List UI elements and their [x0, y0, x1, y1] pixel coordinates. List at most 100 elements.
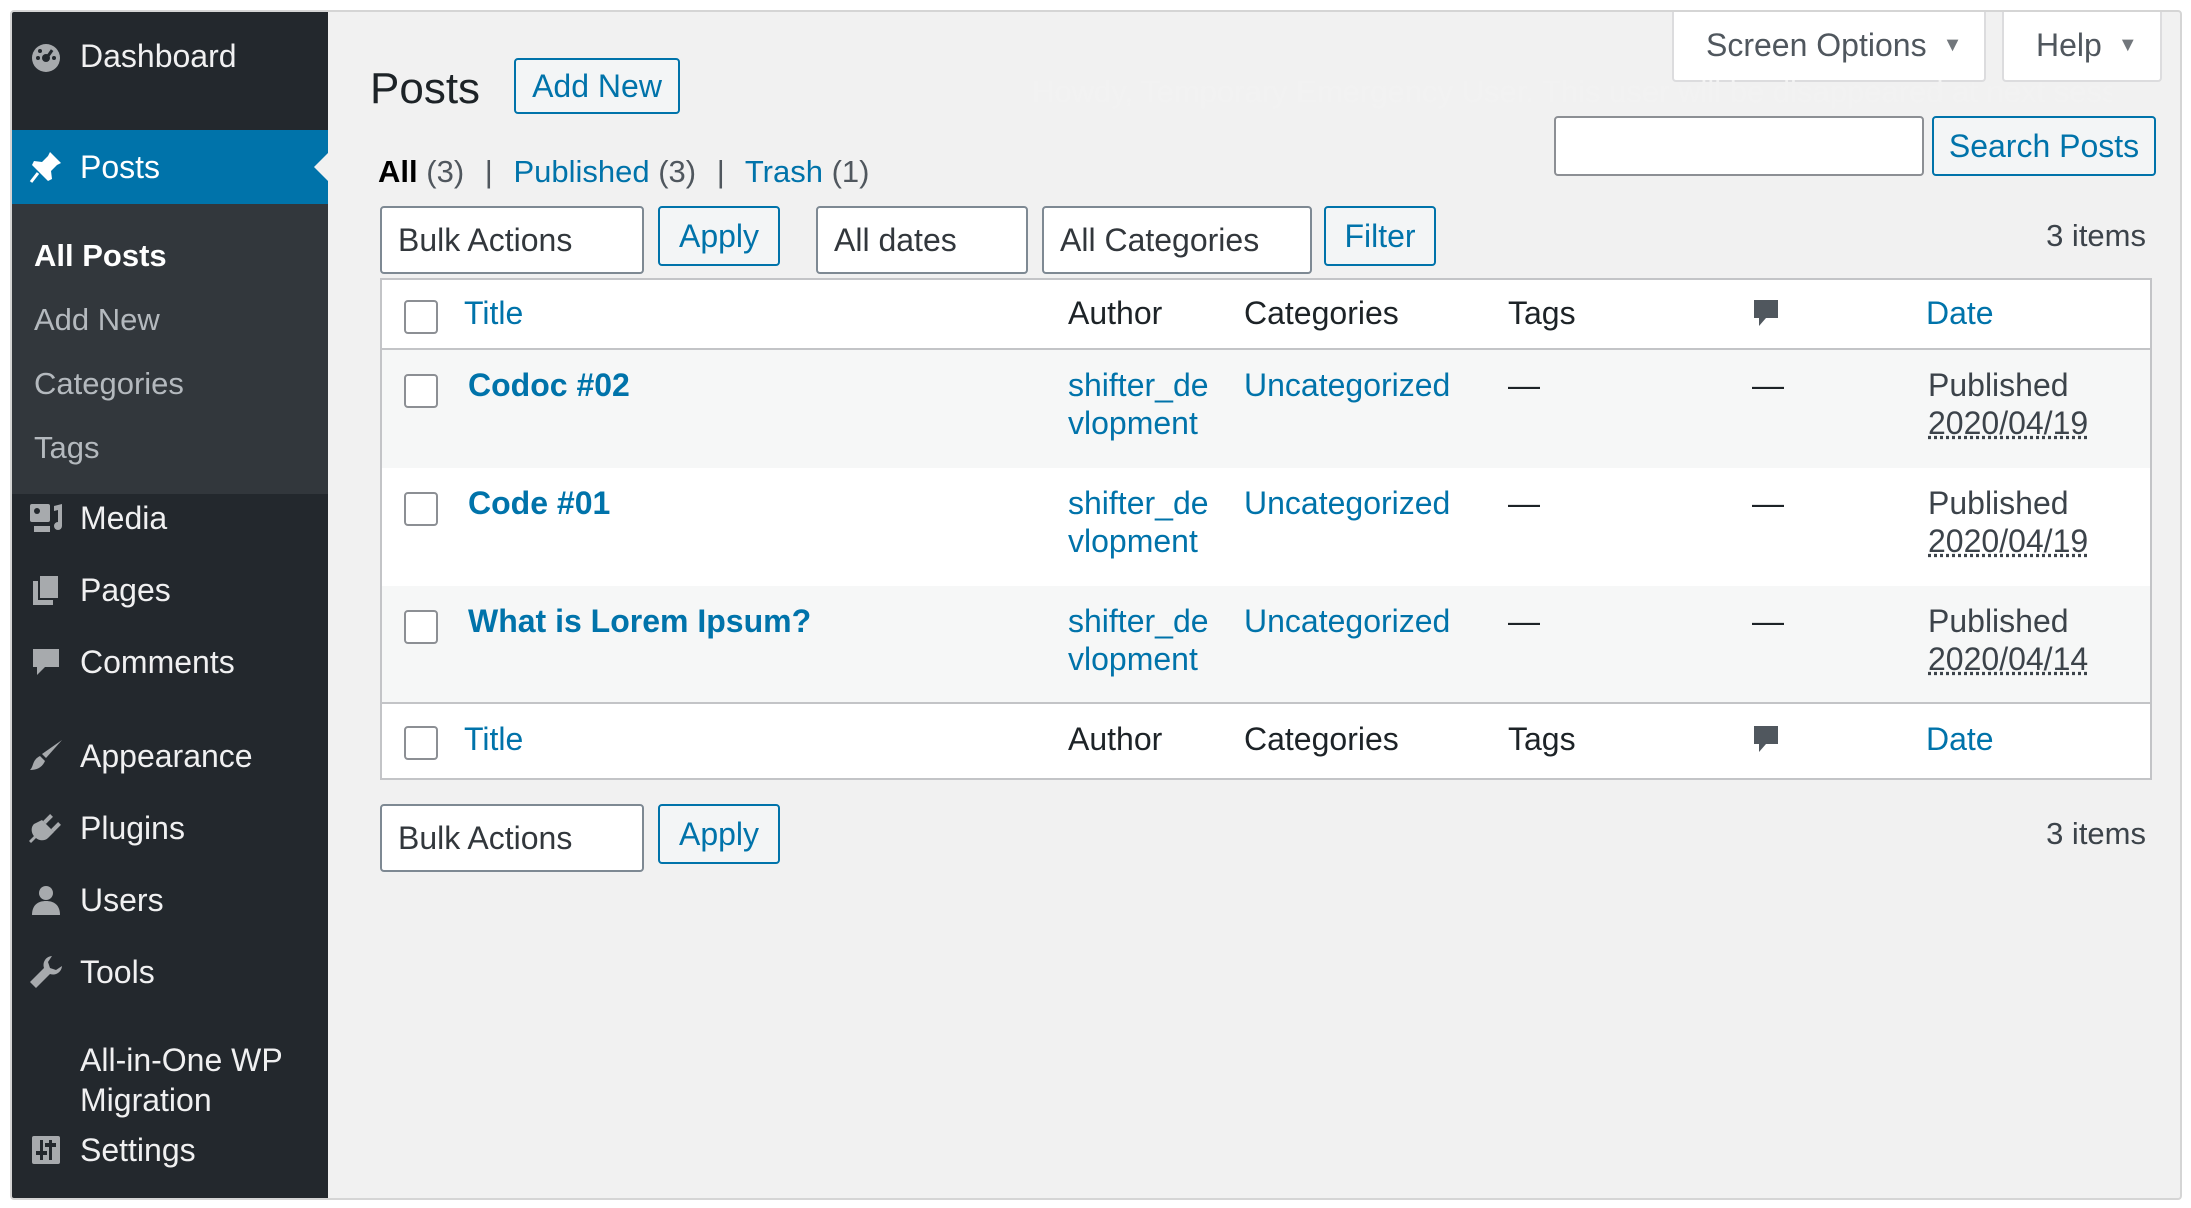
filter-trash[interactable]: Trash: [745, 154, 823, 189]
author-link[interactable]: shifter_de: [1068, 602, 1209, 640]
comments-value: —: [1752, 485, 1784, 521]
column-header-tags: Tags: [1508, 295, 1576, 331]
add-new-button[interactable]: Add New: [514, 58, 680, 114]
table-row: What is Lorem Ipsum? shifter_de vlopment…: [382, 586, 2150, 704]
sidebar-item-all-in-one-wp-migration[interactable]: All-in-One WP Migration: [12, 1040, 328, 1124]
row-checkbox[interactable]: [404, 374, 438, 408]
column-footer-date[interactable]: Date: [1926, 720, 1994, 758]
submenu-all-posts[interactable]: All Posts: [34, 238, 167, 274]
row-checkbox[interactable]: [404, 610, 438, 644]
author-link[interactable]: shifter_de: [1068, 366, 1209, 404]
items-count: 3 items: [2046, 218, 2146, 253]
submenu-tags[interactable]: Tags: [34, 430, 99, 466]
table-row: Codoc #02 shifter_de vlopment Uncategori…: [382, 350, 2150, 468]
column-footer-categories: Categories: [1244, 721, 1399, 757]
column-footer-tags: Tags: [1508, 721, 1576, 757]
sidebar-item-label: Pages: [80, 572, 171, 608]
post-date: 2020/04/19: [1928, 405, 2089, 441]
column-header-date[interactable]: Date: [1926, 294, 1994, 332]
sidebar-item-label: All-in-One WP: [80, 1042, 283, 1078]
author-link-line2[interactable]: vlopment: [1068, 522, 1198, 560]
tags-value: —: [1508, 603, 1540, 639]
table-row: Code #01 shifter_de vlopment Uncategoriz…: [382, 468, 2150, 586]
posts-submenu: All Posts Add New Categories Tags: [12, 204, 328, 494]
pages-icon: [26, 570, 66, 610]
column-header-author: Author: [1068, 295, 1163, 331]
plugin-icon: [26, 808, 66, 848]
comment-icon: [1752, 724, 1780, 762]
search-posts-button[interactable]: Search Posts: [1932, 116, 2156, 176]
search-input[interactable]: [1554, 116, 1924, 176]
filter-separator: |: [716, 154, 725, 189]
category-link[interactable]: Uncategorized: [1244, 484, 1450, 522]
comments-value: —: [1752, 603, 1784, 639]
main-content: Screen Options ▼ Help ▼ Howdy, Temporary…: [328, 12, 2180, 1198]
comments-value: —: [1752, 367, 1784, 403]
post-status: Published: [1928, 603, 2069, 639]
row-checkbox[interactable]: [404, 492, 438, 526]
sidebar-item-label: Dashboard: [80, 38, 237, 74]
sidebar-item-label-line2: Migration: [80, 1082, 212, 1118]
help-button[interactable]: Help ▼: [2002, 12, 2162, 82]
post-title-link[interactable]: Codoc #02: [468, 366, 630, 404]
post-title-link[interactable]: Code #01: [468, 484, 610, 522]
settings-icon: [26, 1130, 66, 1170]
comment-icon: [26, 642, 66, 682]
filter-all[interactable]: All: [378, 154, 418, 189]
column-footer-title[interactable]: Title: [464, 720, 523, 758]
filter-separator: |: [484, 154, 493, 189]
categories-select[interactable]: All Categories: [1042, 206, 1312, 274]
bulk-actions-select-bottom[interactable]: Bulk Actions: [380, 804, 644, 872]
table-header-row: Title Author Categories Tags Date: [382, 280, 2150, 350]
screen-options-button[interactable]: Screen Options ▼: [1672, 12, 1986, 82]
comment-icon: [1752, 298, 1780, 336]
sidebar-item-label: Plugins: [80, 810, 185, 846]
author-link-line2[interactable]: vlopment: [1068, 640, 1198, 678]
post-status: Published: [1928, 485, 2069, 521]
select-all-checkbox[interactable]: [404, 300, 438, 334]
pin-icon: [26, 147, 66, 187]
column-footer-author: Author: [1068, 721, 1163, 757]
category-link[interactable]: Uncategorized: [1244, 366, 1450, 404]
status-filters: All (3) | Published (3) | Trash (1): [378, 154, 869, 190]
apply-button[interactable]: Apply: [658, 206, 780, 266]
filter-published-count: (3): [658, 154, 697, 189]
page-title: Posts: [370, 64, 481, 113]
sidebar-item-posts[interactable]: Posts: [12, 130, 328, 204]
filter-button[interactable]: Filter: [1324, 206, 1436, 266]
select-all-checkbox-footer[interactable]: [404, 726, 438, 760]
dates-select[interactable]: All dates: [816, 206, 1028, 274]
caret-down-icon: ▼: [1942, 33, 1963, 56]
dashboard-icon: [26, 36, 66, 76]
post-title-link[interactable]: What is Lorem Ipsum?: [468, 602, 811, 640]
sidebar-item-label: Appearance: [80, 738, 253, 774]
submenu-add-new[interactable]: Add New: [34, 302, 160, 338]
author-link-line2[interactable]: vlopment: [1068, 404, 1198, 442]
submenu-categories[interactable]: Categories: [34, 366, 184, 402]
sidebar-item-label: Media: [80, 500, 168, 536]
category-link[interactable]: Uncategorized: [1244, 602, 1450, 640]
app-window: Dashboard Posts All Posts Add New Catego…: [10, 10, 2182, 1200]
tags-value: —: [1508, 367, 1540, 403]
media-icon: [26, 498, 66, 538]
help-label: Help: [2036, 26, 2102, 63]
brush-icon: [26, 736, 66, 776]
sidebar-item-label: Posts: [80, 149, 161, 185]
column-header-categories: Categories: [1244, 295, 1399, 331]
post-date: 2020/04/19: [1928, 523, 2089, 559]
admin-notice-text: Howdy, Temporary Emergency User. This us…: [1032, 74, 2112, 109]
filter-published[interactable]: Published: [513, 154, 649, 189]
post-status: Published: [1928, 367, 2069, 403]
sidebar-item-label: Tools: [80, 954, 155, 990]
user-icon: [26, 880, 66, 920]
filter-all-count: (3): [426, 154, 465, 189]
bulk-actions-select[interactable]: Bulk Actions: [380, 206, 644, 274]
filter-trash-count: (1): [831, 154, 870, 189]
wrench-icon: [26, 952, 66, 992]
post-date: 2020/04/14: [1928, 641, 2089, 677]
screen-options-label: Screen Options: [1706, 26, 1927, 63]
apply-button-bottom[interactable]: Apply: [658, 804, 780, 864]
author-link[interactable]: shifter_de: [1068, 484, 1209, 522]
column-header-title[interactable]: Title: [464, 294, 523, 332]
sidebar-item-label: Comments: [80, 644, 235, 680]
